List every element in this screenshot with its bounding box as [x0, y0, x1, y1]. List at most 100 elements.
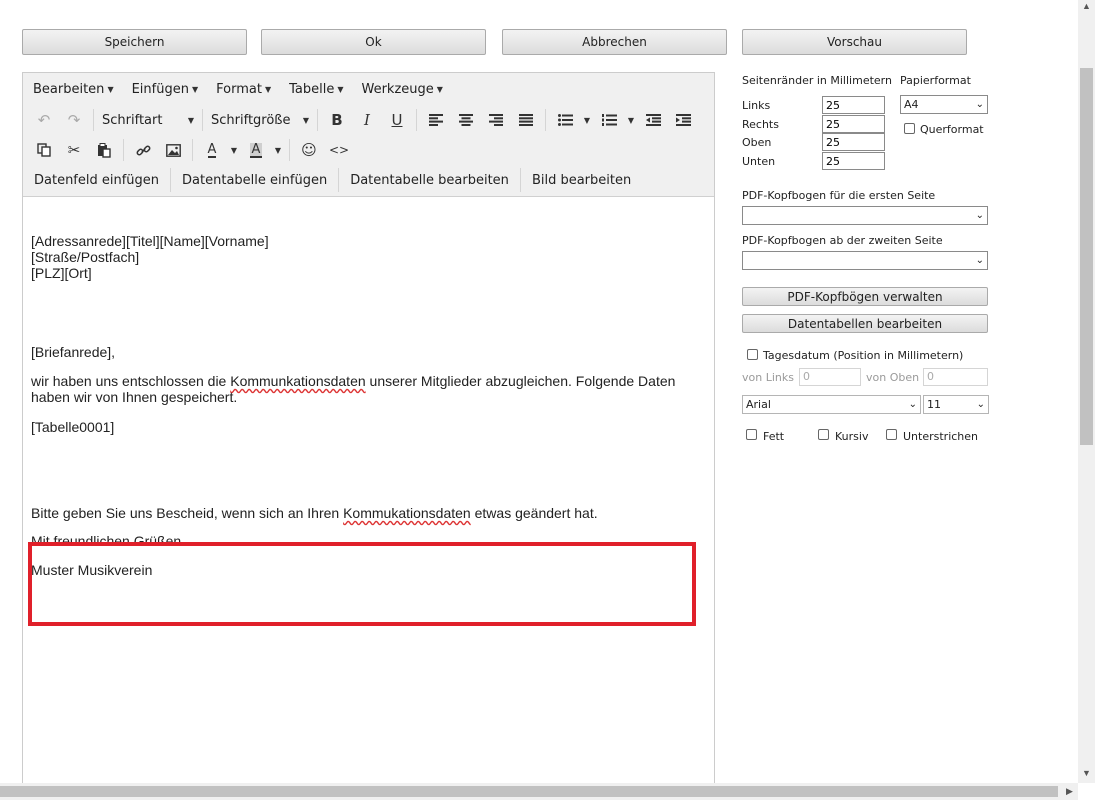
underline-icon[interactable]: U [382, 107, 412, 133]
menu-edit-label: Bearbeiten [33, 81, 105, 97]
menu-format-label: Format [216, 81, 262, 97]
edit-datatable-button[interactable]: Datentabelle bearbeiten [339, 168, 521, 192]
separator [545, 109, 546, 131]
italic-checkbox[interactable] [818, 429, 829, 440]
font-family-label: Schriftart [102, 112, 163, 128]
separator [416, 109, 417, 131]
cancel-button[interactable]: Abbrechen [502, 29, 727, 55]
horizontal-scroll-thumb[interactable] [0, 786, 1058, 797]
align-right-icon[interactable] [481, 107, 511, 133]
menu-insert-label: Einfügen [131, 81, 189, 97]
landscape-checkbox[interactable] [904, 123, 915, 134]
margin-left-label: Links [742, 99, 771, 112]
caret-down-icon: ▼ [436, 84, 443, 94]
margin-right-input[interactable] [822, 115, 885, 133]
date-label: Tagesdatum (Position in Millimetern) [763, 349, 964, 362]
ok-button[interactable]: Ok [261, 29, 486, 55]
vertical-scroll-thumb[interactable] [1080, 68, 1093, 445]
from-left-input[interactable]: 0 [799, 368, 861, 386]
redo-icon[interactable]: ↷ [59, 107, 89, 133]
closing-text: etwas geändert hat. [470, 505, 598, 521]
insert-datatable-button[interactable]: Datentabelle einfügen [171, 168, 340, 192]
vertical-scrollbar[interactable]: ▲ ▼ [1078, 0, 1095, 783]
date-checkbox[interactable] [747, 349, 758, 360]
address-line: [PLZ][Ort] [31, 265, 92, 281]
margin-bottom-input[interactable] [822, 152, 885, 170]
scroll-down-icon[interactable]: ▼ [1082, 768, 1091, 778]
margin-top-label: Oben [742, 136, 772, 149]
scroll-up-icon[interactable]: ▲ [1082, 1, 1091, 11]
source-code-icon[interactable]: <> [324, 137, 354, 163]
separator [123, 139, 124, 161]
chevron-down-icon: ⌄ [975, 255, 984, 266]
align-left-icon[interactable] [421, 107, 451, 133]
margin-top-input[interactable] [822, 133, 885, 151]
paste-icon[interactable] [89, 137, 119, 163]
caret-down-icon[interactable]: ▼ [580, 107, 594, 133]
edit-datatables-button[interactable]: Datentabellen bearbeiten [742, 314, 988, 333]
manage-letterheads-button[interactable]: PDF-Kopfbögen verwalten [742, 287, 988, 306]
align-justify-icon[interactable] [511, 107, 541, 133]
align-center-icon[interactable] [451, 107, 481, 133]
date-font-select[interactable]: Arial ⌄ [742, 395, 921, 414]
caret-down-icon[interactable]: ▼ [227, 137, 241, 163]
copy-icon[interactable] [29, 137, 59, 163]
cut-icon[interactable]: ✂ [59, 137, 89, 163]
from-top-input[interactable]: 0 [923, 368, 988, 386]
bold-icon[interactable]: B [322, 107, 352, 133]
caret-down-icon[interactable]: ▼ [624, 107, 638, 133]
misspelled-word: Kommukationsdaten [343, 505, 471, 521]
scroll-right-icon[interactable]: ▶ [1066, 786, 1073, 797]
caret-down-icon: ▼ [187, 115, 194, 125]
outdent-icon[interactable] [638, 107, 668, 133]
italic-icon[interactable]: I [352, 107, 382, 133]
menu-format[interactable]: Format ▼ [216, 82, 271, 97]
paper-format-label: Papierformat [900, 74, 971, 87]
toolbar-row-2: ✂ A ▼ A ▼ ☺ <> [23, 135, 714, 165]
underline-label: Unterstrichen [903, 430, 979, 443]
undo-icon[interactable]: ↶ [29, 107, 59, 133]
margin-left-input[interactable] [822, 96, 885, 114]
bullet-list-icon[interactable] [550, 107, 580, 133]
save-button[interactable]: Speichern [22, 29, 247, 55]
insert-datafield-button[interactable]: Datenfeld einfügen [23, 168, 172, 192]
bold-checkbox[interactable] [746, 429, 757, 440]
margin-right-label: Rechts [742, 118, 779, 131]
separator [192, 139, 193, 161]
font-family-select[interactable]: Schriftart ▼ [98, 107, 198, 133]
paper-format-select[interactable]: A4 ⌄ [900, 95, 988, 114]
closing-text: Bitte geben Sie uns Bescheid, wenn sich … [31, 505, 344, 521]
separator [317, 109, 318, 131]
edit-image-button[interactable]: Bild bearbeiten [521, 168, 642, 192]
menu-insert[interactable]: Einfügen ▼ [132, 82, 199, 97]
menu-table-label: Tabelle [289, 81, 335, 97]
letterhead-second-select[interactable]: ⌄ [742, 251, 988, 270]
text-color-icon[interactable]: A [197, 137, 227, 163]
emoji-icon[interactable]: ☺ [294, 137, 324, 163]
underline-checkbox[interactable] [886, 429, 897, 440]
menu-tools-label: Werkzeuge [361, 81, 434, 97]
rich-text-editor: Bearbeiten ▼ Einfügen ▼ Format ▼ Tabelle ▼ W… [22, 72, 715, 792]
document-body[interactable]: [Adressanrede][Titel][Name][Vorname] [St… [31, 233, 701, 578]
preview-button[interactable]: Vorschau [742, 29, 967, 55]
menu-table[interactable]: Tabelle ▼ [289, 82, 343, 97]
font-size-select[interactable]: Schriftgröße ▼ [207, 107, 313, 133]
chevron-down-icon: ⌄ [975, 210, 984, 221]
body-paragraph: wir haben uns entschlossen die Kommunkat… [31, 373, 701, 405]
margin-bottom-label: Unten [742, 155, 776, 168]
letterhead-first-select[interactable]: ⌄ [742, 206, 988, 225]
indent-icon[interactable] [668, 107, 698, 133]
menu-tools[interactable]: Werkzeuge ▼ [361, 82, 442, 97]
separator [93, 109, 94, 131]
numbered-list-icon[interactable] [594, 107, 624, 133]
image-icon[interactable] [158, 137, 188, 163]
horizontal-scrollbar[interactable]: ▶ [0, 783, 1078, 800]
menu-edit[interactable]: Bearbeiten ▼ [33, 82, 114, 97]
address-line: [Adressanrede][Titel][Name][Vorname] [31, 233, 269, 249]
date-size-select[interactable]: 11 ⌄ [923, 395, 989, 414]
editor-toolbar-area: Bearbeiten ▼ Einfügen ▼ Format ▼ Tabelle ▼ W… [23, 73, 714, 197]
date-font-value: Arial [746, 398, 771, 411]
link-icon[interactable] [128, 137, 158, 163]
caret-down-icon[interactable]: ▼ [271, 137, 285, 163]
background-color-icon[interactable]: A [241, 137, 271, 163]
